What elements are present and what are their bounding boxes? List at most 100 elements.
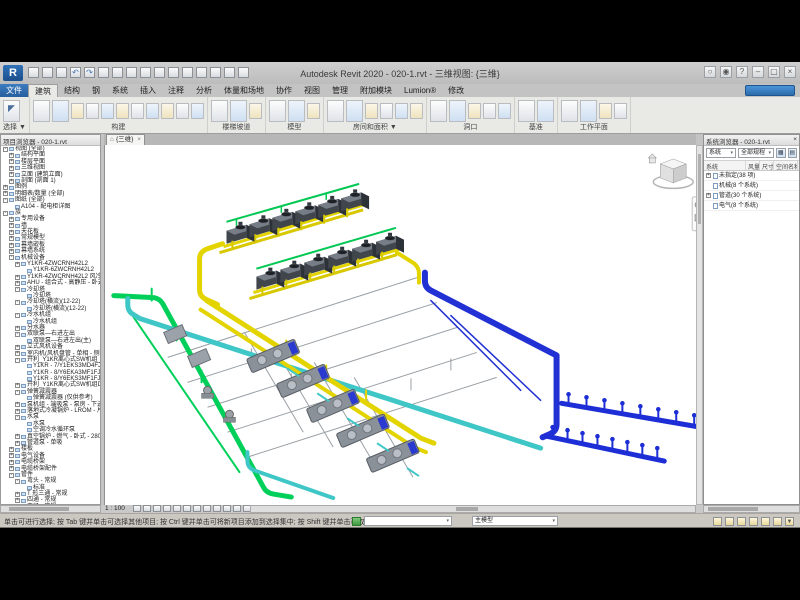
floor-icon[interactable] (146, 103, 159, 119)
select-by-face-icon[interactable] (761, 517, 770, 526)
panel-label[interactable]: 基准 (518, 123, 554, 133)
aligned-dimension-icon[interactable] (126, 67, 137, 78)
tag-area-icon[interactable] (410, 103, 423, 119)
row-expander-icon[interactable]: + (706, 173, 711, 178)
save-icon[interactable] (42, 67, 53, 78)
close-inactive-views-icon[interactable] (210, 67, 221, 78)
tree-expander-icon[interactable]: + (9, 249, 14, 254)
column-icon[interactable] (101, 103, 114, 119)
ribbon-tab-协作[interactable]: 协作 (270, 84, 298, 97)
ceiling-icon[interactable] (131, 103, 144, 119)
tree-expander-icon[interactable]: + (15, 351, 20, 356)
column-settings-button[interactable]: ▤ (788, 148, 798, 158)
chiller-units[interactable] (246, 339, 419, 476)
thin-lines-icon[interactable] (196, 67, 207, 78)
editable-only-icon[interactable] (713, 517, 722, 526)
temporary-view-properties-icon[interactable] (223, 505, 231, 512)
tree-expander-icon[interactable]: - (15, 415, 20, 420)
panel-label[interactable]: 模型 (269, 123, 320, 133)
tree-expander-icon[interactable]: + (9, 223, 14, 228)
panel-label[interactable]: 构建 (33, 123, 204, 133)
show-work-plane-icon[interactable] (580, 100, 597, 122)
column-header-空间名称[interactable]: 空间名称 (774, 161, 798, 170)
column-header-系统[interactable]: 系统 (704, 161, 746, 170)
sun-path-icon[interactable] (153, 505, 161, 512)
grid-icon[interactable] (537, 100, 554, 122)
visual-style-icon[interactable] (143, 505, 151, 512)
view-tab-3d[interactable]: ⌂{三维}× (106, 134, 145, 145)
tree-expander-icon[interactable]: + (9, 179, 14, 184)
tree-expander-icon[interactable]: + (9, 217, 14, 222)
panel-label[interactable]: 选择 ▼ (3, 123, 26, 133)
window-icon[interactable] (71, 103, 84, 119)
tree-expander-icon[interactable]: - (15, 332, 20, 337)
view-scale[interactable]: 1 : 100 (105, 505, 125, 513)
tree-expander-icon[interactable]: + (9, 172, 14, 177)
show-constraints-icon[interactable] (233, 505, 241, 512)
model-line-icon[interactable] (288, 100, 305, 122)
ribbon-tab-结构[interactable]: 结构 (58, 84, 86, 97)
switch-windows-icon[interactable] (224, 67, 235, 78)
mullion-icon[interactable] (191, 103, 204, 119)
tag-room-icon[interactable] (365, 103, 378, 119)
area-icon[interactable] (380, 103, 393, 119)
tree-expander-icon[interactable]: + (15, 492, 20, 497)
worksets-icon[interactable] (352, 517, 361, 526)
tree-expander-icon[interactable]: + (15, 275, 20, 280)
print-icon[interactable] (98, 67, 109, 78)
row-expander-icon[interactable]: + (706, 193, 711, 198)
plugin-button[interactable] (745, 85, 795, 96)
room-separator-icon[interactable] (346, 100, 363, 122)
component-icon[interactable] (86, 103, 99, 119)
tree-expander-icon[interactable]: + (15, 383, 20, 388)
tree-expander-icon[interactable]: - (15, 358, 20, 363)
undo-icon[interactable]: ↶ (70, 67, 81, 78)
tree-item[interactable]: +AHU - 组合式 - 高静压 - 卧式 - 标准 - 2000 - 50..… (1, 280, 100, 286)
door-icon[interactable] (52, 100, 69, 122)
tree-expander-icon[interactable]: + (9, 230, 14, 235)
close-view-tab-icon[interactable]: × (137, 136, 141, 143)
system-browser-row[interactable]: +管道(30 个系统) (704, 191, 799, 201)
wall-icon[interactable] (33, 100, 50, 122)
shaft-icon[interactable] (449, 100, 466, 122)
tree-expander-icon[interactable]: + (15, 326, 20, 331)
sync-with-central-icon[interactable] (56, 67, 67, 78)
show-crop-region-icon[interactable] (183, 505, 191, 512)
tree-expander-icon[interactable]: - (15, 313, 20, 318)
tag-by-category-icon[interactable] (140, 67, 151, 78)
ramp-icon[interactable] (230, 100, 247, 122)
tree-expander-icon[interactable]: - (15, 479, 20, 484)
canvas-vertical-scrollbar[interactable] (696, 145, 703, 505)
lock-3d-view-icon[interactable] (193, 505, 201, 512)
help-icon[interactable]: ? (736, 66, 748, 78)
tree-expander-icon[interactable]: + (9, 159, 14, 164)
filter-icon[interactable]: ▼ (785, 517, 794, 526)
shadows-icon[interactable] (163, 505, 171, 512)
tree-expander-icon[interactable]: - (9, 473, 14, 478)
tree-expander-icon[interactable]: + (15, 345, 20, 350)
app-menu-button[interactable]: R (3, 65, 23, 81)
panel-label[interactable]: 工作平面 (561, 123, 627, 133)
tree-expander-icon[interactable]: - (15, 390, 20, 395)
system-browser-row[interactable]: 电气(8 个系统) (704, 201, 799, 211)
panel-label[interactable]: 洞口 (430, 123, 511, 133)
section-icon[interactable] (182, 67, 193, 78)
maximize-icon[interactable]: ▢ (768, 66, 780, 78)
system-browser-title[interactable]: 系统浏览器 - 020-1.rvt (706, 136, 770, 144)
area-boundary-icon[interactable] (395, 103, 408, 119)
tree-expander-icon[interactable]: + (15, 402, 20, 407)
account-icon[interactable]: ◉ (720, 66, 732, 78)
ribbon-tab-建筑[interactable]: 建筑 (28, 84, 58, 97)
system-browser-row[interactable]: +未指定(38 项) (704, 171, 799, 181)
minimize-icon[interactable]: – (752, 66, 764, 78)
curtain-grid-icon[interactable] (176, 103, 189, 119)
ribbon-tab-管理[interactable]: 管理 (326, 84, 354, 97)
tree-expander-icon[interactable]: + (15, 262, 20, 267)
autofit-columns-button[interactable]: ▦ (776, 148, 786, 158)
railing-icon[interactable] (211, 100, 228, 122)
tree-expander-icon[interactable]: + (9, 166, 14, 171)
crop-view-icon[interactable] (173, 505, 181, 512)
ribbon-tab-附加模块[interactable]: 附加模块 (354, 84, 398, 97)
drawing-canvas[interactable] (104, 145, 696, 505)
select-underlay-icon[interactable] (737, 517, 746, 526)
